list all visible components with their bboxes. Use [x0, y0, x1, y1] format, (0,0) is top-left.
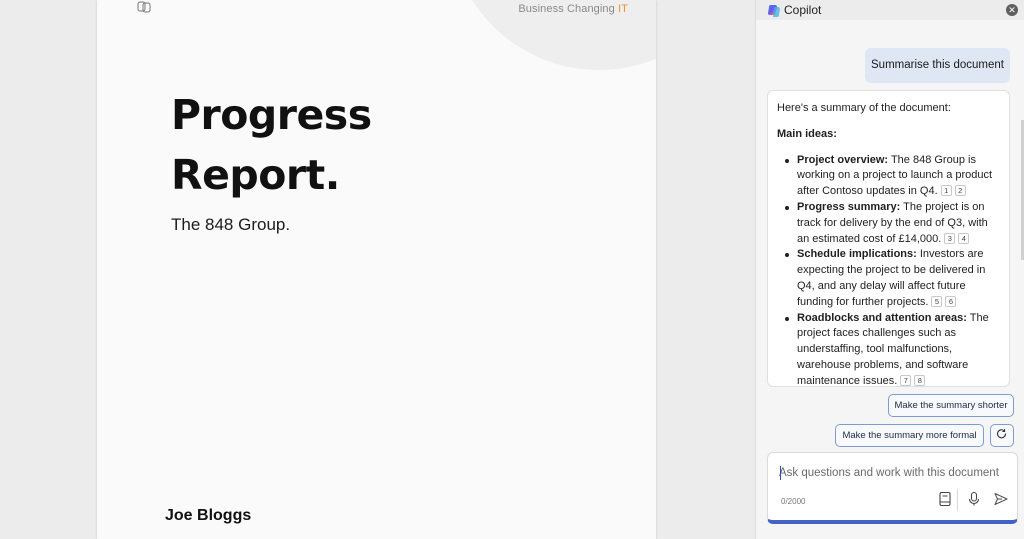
- response-card: Here's a summary of the document: Main i…: [767, 90, 1010, 387]
- citation-badge[interactable]: 2: [954, 185, 966, 197]
- chat-input-box: 0/2000: [767, 452, 1018, 524]
- refresh-icon: [996, 429, 1007, 439]
- copilot-panel: Copilot ✕ Summarise this document Here's…: [755, 0, 1024, 539]
- document-area: Business Changing IT Progress Report. Th…: [0, 0, 755, 539]
- toolbar-divider: [957, 489, 958, 511]
- copilot-title: Copilot: [784, 3, 822, 17]
- document-author: Joe Bloggs: [165, 507, 252, 524]
- citation-badge[interactable]: 3: [944, 232, 956, 244]
- response-heading: Main ideas:: [777, 127, 837, 140]
- list-item: Progress summary: The project is on trac…: [785, 200, 1000, 247]
- brand-tagline: Business Changing IT: [518, 3, 628, 15]
- refresh-suggestions-button[interactable]: [990, 424, 1014, 447]
- citation-badge[interactable]: 4: [958, 232, 970, 244]
- suggestion-shorter-button[interactable]: Make the summary shorter: [888, 394, 1014, 417]
- citation-badge[interactable]: 5: [931, 295, 943, 307]
- close-icon[interactable]: ✕: [1006, 4, 1018, 16]
- send-icon[interactable]: [993, 491, 1009, 507]
- copilot-logo-icon: [768, 5, 780, 17]
- document-page[interactable]: Business Changing IT Progress Report. Th…: [97, 0, 656, 539]
- character-count: 0/2000: [781, 497, 806, 506]
- list-item: Roadblocks and attention areas: The proj…: [785, 311, 1000, 386]
- company-logo-icon: [137, 1, 151, 13]
- microphone-icon[interactable]: [966, 491, 982, 507]
- response-intro: Here's a summary of the document:: [777, 102, 951, 114]
- document-title: Progress Report.: [171, 91, 372, 199]
- chat-input[interactable]: [779, 465, 1007, 481]
- list-item: Schedule implications: Investors are exp…: [785, 247, 1000, 310]
- document-subtitle: The 848 Group.: [171, 215, 291, 234]
- text-caret: [780, 466, 781, 480]
- citation-badge[interactable]: 7: [900, 374, 912, 386]
- citation-badge[interactable]: 8: [914, 374, 926, 386]
- response-list: Project overview: The 848 Group is worki…: [777, 153, 1000, 386]
- notebook-icon[interactable]: [937, 491, 953, 507]
- copilot-header: Copilot ✕: [756, 0, 1024, 20]
- suggestion-formal-button[interactable]: Make the summary more formal: [835, 424, 984, 447]
- user-message-bubble: Summarise this document: [865, 48, 1010, 83]
- citation-badge[interactable]: 6: [945, 295, 957, 307]
- citation-badge[interactable]: 1: [940, 185, 952, 197]
- list-item: Project overview: The 848 Group is worki…: [785, 153, 1000, 200]
